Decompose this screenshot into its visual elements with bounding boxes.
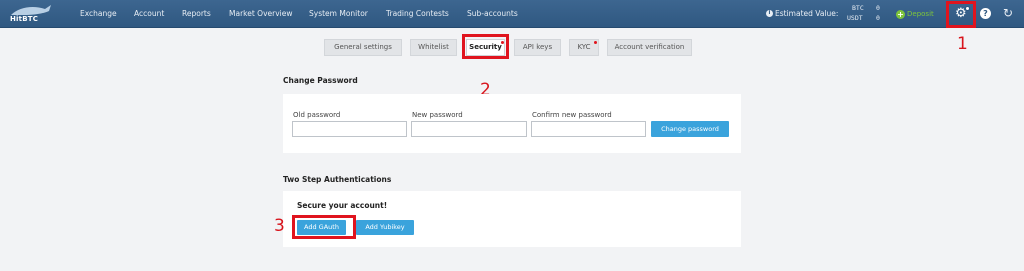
- confirm-password-label: Confirm new password: [532, 111, 612, 119]
- tab-account-verification[interactable]: Account verification: [607, 39, 692, 56]
- info-icon: i: [766, 10, 773, 17]
- tab-label: Account verification: [614, 43, 685, 51]
- tab-label: Whitelist: [418, 43, 449, 51]
- balance-amount-btc: 0: [876, 4, 880, 12]
- deposit-button[interactable]: + Deposit: [896, 8, 934, 20]
- two-step-auth-title: Two Step Authentications: [283, 175, 392, 184]
- old-password-label: Old password: [293, 111, 341, 119]
- balance-currency-btc: BTC: [852, 4, 864, 12]
- nav-reports[interactable]: Reports: [182, 0, 211, 28]
- nav-exchange[interactable]: Exchange: [80, 0, 117, 28]
- deposit-label: Deposit: [907, 10, 934, 18]
- nav-system-monitor[interactable]: System Monitor: [309, 0, 368, 28]
- estimated-value-label: Estimated Value:: [775, 9, 839, 18]
- tab-label: General settings: [334, 43, 392, 51]
- top-nav-bar: HitBTC Exchange Account Reports Market O…: [0, 0, 1024, 28]
- old-password-input[interactable]: [292, 121, 407, 137]
- secure-account-text: Secure your account!: [297, 201, 388, 210]
- balance-amount-usdt: 0: [876, 14, 880, 22]
- change-password-card: Old password New password Confirm new pa…: [283, 94, 741, 153]
- add-yubikey-button[interactable]: Add Yubikey: [356, 220, 414, 235]
- annotation-number-1: 1: [957, 34, 968, 54]
- nav-sub-accounts[interactable]: Sub-accounts: [467, 0, 518, 28]
- tab-label: API keys: [522, 43, 553, 51]
- tab-whitelist[interactable]: Whitelist: [410, 39, 457, 56]
- logout-icon[interactable]: ↻: [1003, 6, 1013, 20]
- security-tab-highlight-box: [462, 34, 509, 59]
- nav-account[interactable]: Account: [134, 0, 164, 28]
- confirm-password-input[interactable]: [531, 121, 646, 137]
- tab-general-settings[interactable]: General settings: [324, 39, 402, 56]
- balance-currency-usdt: USDT: [847, 14, 863, 22]
- new-password-input[interactable]: [411, 121, 527, 137]
- gauth-highlight-box: [292, 215, 356, 239]
- help-icon[interactable]: ?: [980, 8, 991, 19]
- tab-label: KYC: [577, 43, 591, 51]
- tab-alert-dot: [594, 41, 597, 44]
- tab-kyc[interactable]: KYC: [569, 39, 599, 56]
- hitbtc-logo[interactable]: HitBTC: [5, 3, 57, 25]
- new-password-label: New password: [412, 111, 463, 119]
- nav-trading-contests[interactable]: Trading Contests: [386, 0, 449, 28]
- logo-text: HitBTC: [10, 15, 39, 23]
- change-password-title: Change Password: [283, 76, 358, 85]
- settings-highlight-box: ⚙: [946, 1, 976, 28]
- plus-circle-icon: +: [896, 9, 905, 19]
- annotation-number-3: 3: [274, 216, 285, 236]
- notification-badge: [965, 6, 970, 11]
- change-password-button[interactable]: Change password: [651, 121, 729, 137]
- tab-api-keys[interactable]: API keys: [514, 39, 561, 56]
- nav-market-overview[interactable]: Market Overview: [229, 0, 292, 28]
